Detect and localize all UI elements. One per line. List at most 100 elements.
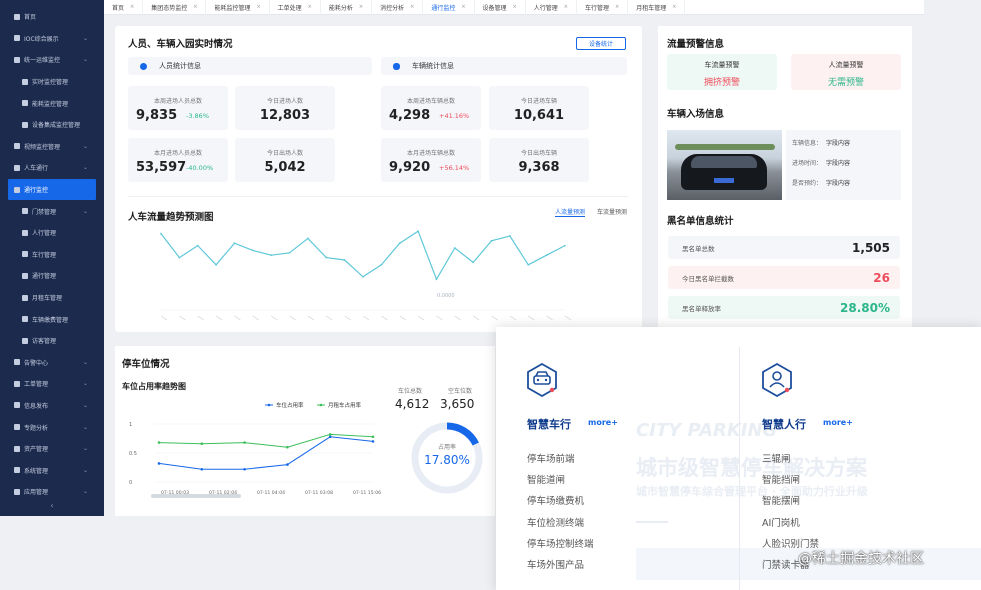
sidebar-item[interactable]: 资产管理 ⌄: [0, 438, 104, 460]
product-link[interactable]: 智能摆闸: [762, 491, 819, 512]
trend-tick: [179, 315, 186, 321]
product-link[interactable]: 智能道闸: [527, 470, 594, 491]
trend-tick: [234, 315, 241, 321]
close-icon[interactable]: ×: [410, 4, 414, 10]
stat-change: -40.00%: [186, 164, 214, 172]
close-icon[interactable]: ×: [564, 4, 568, 10]
tab[interactable]: 通行监控 ×: [423, 0, 475, 15]
trend-point: [196, 244, 199, 247]
sidebar-item[interactable]: 系统管理 ⌄: [0, 459, 104, 481]
sidebar-item[interactable]: 门禁管理 ⌄: [0, 200, 104, 222]
product-link[interactable]: 停车场前端: [527, 449, 594, 470]
sidebar-item-label: 信息发布: [24, 402, 49, 410]
tab[interactable]: 能耗监控管理 ×: [206, 0, 270, 15]
trend-series-line: [160, 230, 566, 281]
close-icon[interactable]: ×: [461, 4, 465, 10]
sidebar-item[interactable]: 信息发布 ⌄: [0, 395, 104, 417]
product-link[interactable]: 智能挡闸: [762, 470, 819, 491]
menu-icon: [14, 13, 20, 20]
parking-title: 停车位情况: [122, 359, 170, 370]
tab-label: 首页: [112, 4, 125, 12]
close-icon[interactable]: ×: [130, 4, 134, 10]
blacklist-value: 1,505: [852, 240, 890, 255]
stat-value: 53,597: [136, 160, 187, 175]
tab[interactable]: 集团态势监控 ×: [143, 0, 207, 15]
smart-vehicle-more-link[interactable]: more+: [588, 418, 618, 427]
product-link[interactable]: 停车场控制终端: [527, 534, 594, 555]
tab[interactable]: 消控分析 ×: [372, 0, 424, 15]
sidebar-item[interactable]: 统一运维监控 ⌄: [0, 49, 104, 71]
column-divider: [739, 347, 740, 590]
x-tick-label: 07-11 15:06: [353, 490, 381, 496]
legend-vehicle-forecast[interactable]: 车流量预测: [597, 207, 627, 216]
sidebar-item[interactable]: 工单管理 ⌄: [0, 373, 104, 395]
legend-person-forecast[interactable]: 人流量预测: [555, 207, 586, 217]
sidebar-item[interactable]: 专题分析 ⌄: [0, 416, 104, 438]
sidebar-item[interactable]: 首页: [0, 6, 104, 28]
tab[interactable]: 工单处理 ×: [270, 0, 321, 15]
close-icon[interactable]: ×: [513, 4, 517, 10]
menu-icon: [14, 164, 20, 171]
product-link[interactable]: 车场外围产品: [527, 555, 594, 576]
blacklist-row: 黑名单总数 1,505: [668, 236, 900, 259]
sidebar-item[interactable]: IOC综合展示 ⌄: [0, 28, 104, 50]
sidebar-item[interactable]: 人车通行 ⌄: [0, 157, 104, 179]
tab[interactable]: 月租车管理 ×: [628, 0, 686, 15]
legend-label[interactable]: 车位占用率: [276, 401, 304, 409]
close-icon[interactable]: ×: [359, 4, 363, 10]
sidebar-item[interactable]: 月租车管理: [0, 287, 104, 309]
sidebar-item[interactable]: 告警中心 ⌄: [0, 352, 104, 374]
product-link[interactable]: AI门岗机: [762, 513, 819, 534]
ghost-headline: CITY PARKING: [636, 420, 778, 441]
tab[interactable]: 车行管理 ×: [577, 0, 629, 15]
product-link[interactable]: 车位检测终端: [527, 513, 594, 534]
trend-point: [545, 254, 548, 257]
close-icon[interactable]: ×: [672, 4, 676, 10]
y-tick-label: 0.5: [129, 451, 137, 457]
tab[interactable]: 人行管理 ×: [526, 0, 577, 15]
stat-label: 本月进场车辆总数: [406, 150, 455, 157]
trend-tick: [307, 315, 315, 321]
tab[interactable]: 设备管理 ×: [475, 0, 526, 15]
stat-card: 本周进场人员总数 9,835 -3.86%: [128, 86, 228, 130]
sidebar-item[interactable]: 车行管理: [0, 244, 104, 266]
tab[interactable]: 能耗分析 ×: [321, 0, 373, 15]
product-link[interactable]: 三辊闸: [762, 449, 819, 470]
tab[interactable]: 首页 ×: [104, 0, 144, 15]
divider: [128, 196, 628, 197]
device-stats-button[interactable]: 设备统计: [576, 37, 626, 50]
chart-scrollbar[interactable]: [151, 494, 241, 498]
cloud-icon: [393, 62, 400, 70]
sidebar-item[interactable]: 通行监控: [8, 178, 96, 201]
sidebar-item[interactable]: 车辆缴费管理: [0, 308, 104, 330]
sidebar-item[interactable]: 人行管理: [0, 222, 104, 244]
menu-icon: [22, 229, 28, 236]
close-icon[interactable]: ×: [256, 4, 260, 10]
sidebar-item[interactable]: 通行管理: [0, 265, 104, 287]
sidebar-item[interactable]: 设备集成监控管理: [0, 114, 104, 136]
sidebar-item[interactable]: 访客管理: [0, 330, 104, 352]
close-icon[interactable]: ×: [615, 4, 619, 10]
trend-tick: [289, 315, 296, 321]
chevron-down-icon: ⌄: [82, 207, 88, 215]
sidebar-item-label: 通行监控: [24, 187, 49, 195]
product-link[interactable]: 停车场缴费机: [527, 491, 594, 512]
sidebar-collapse-button[interactable]: ‹: [0, 501, 104, 510]
trend-tick: [436, 315, 443, 321]
menu-icon: [22, 294, 28, 301]
sidebar-item[interactable]: 能耗监控管理: [0, 92, 104, 114]
close-icon[interactable]: ×: [308, 4, 312, 10]
legend-label[interactable]: 月租车占用率: [328, 401, 362, 409]
watermark: @稀土掘金技术社区: [798, 551, 924, 567]
sidebar-item[interactable]: 应用管理 ⌄: [0, 481, 104, 503]
person-alert-card: 人流量预警 无需预警: [791, 54, 901, 90]
stat-label: 今日进场人数: [266, 98, 303, 105]
smart-pedestrian-more-link[interactable]: more+: [823, 418, 853, 427]
stat-change: +41.16%: [439, 112, 470, 120]
chevron-down-icon: ⌄: [82, 423, 88, 431]
menu-icon: [14, 186, 20, 193]
menu-icon: [22, 337, 28, 344]
close-icon[interactable]: ×: [193, 4, 197, 10]
sidebar-item[interactable]: 视频监控管理 ⌄: [0, 136, 104, 158]
sidebar-item[interactable]: 实时监控管理: [0, 71, 104, 93]
